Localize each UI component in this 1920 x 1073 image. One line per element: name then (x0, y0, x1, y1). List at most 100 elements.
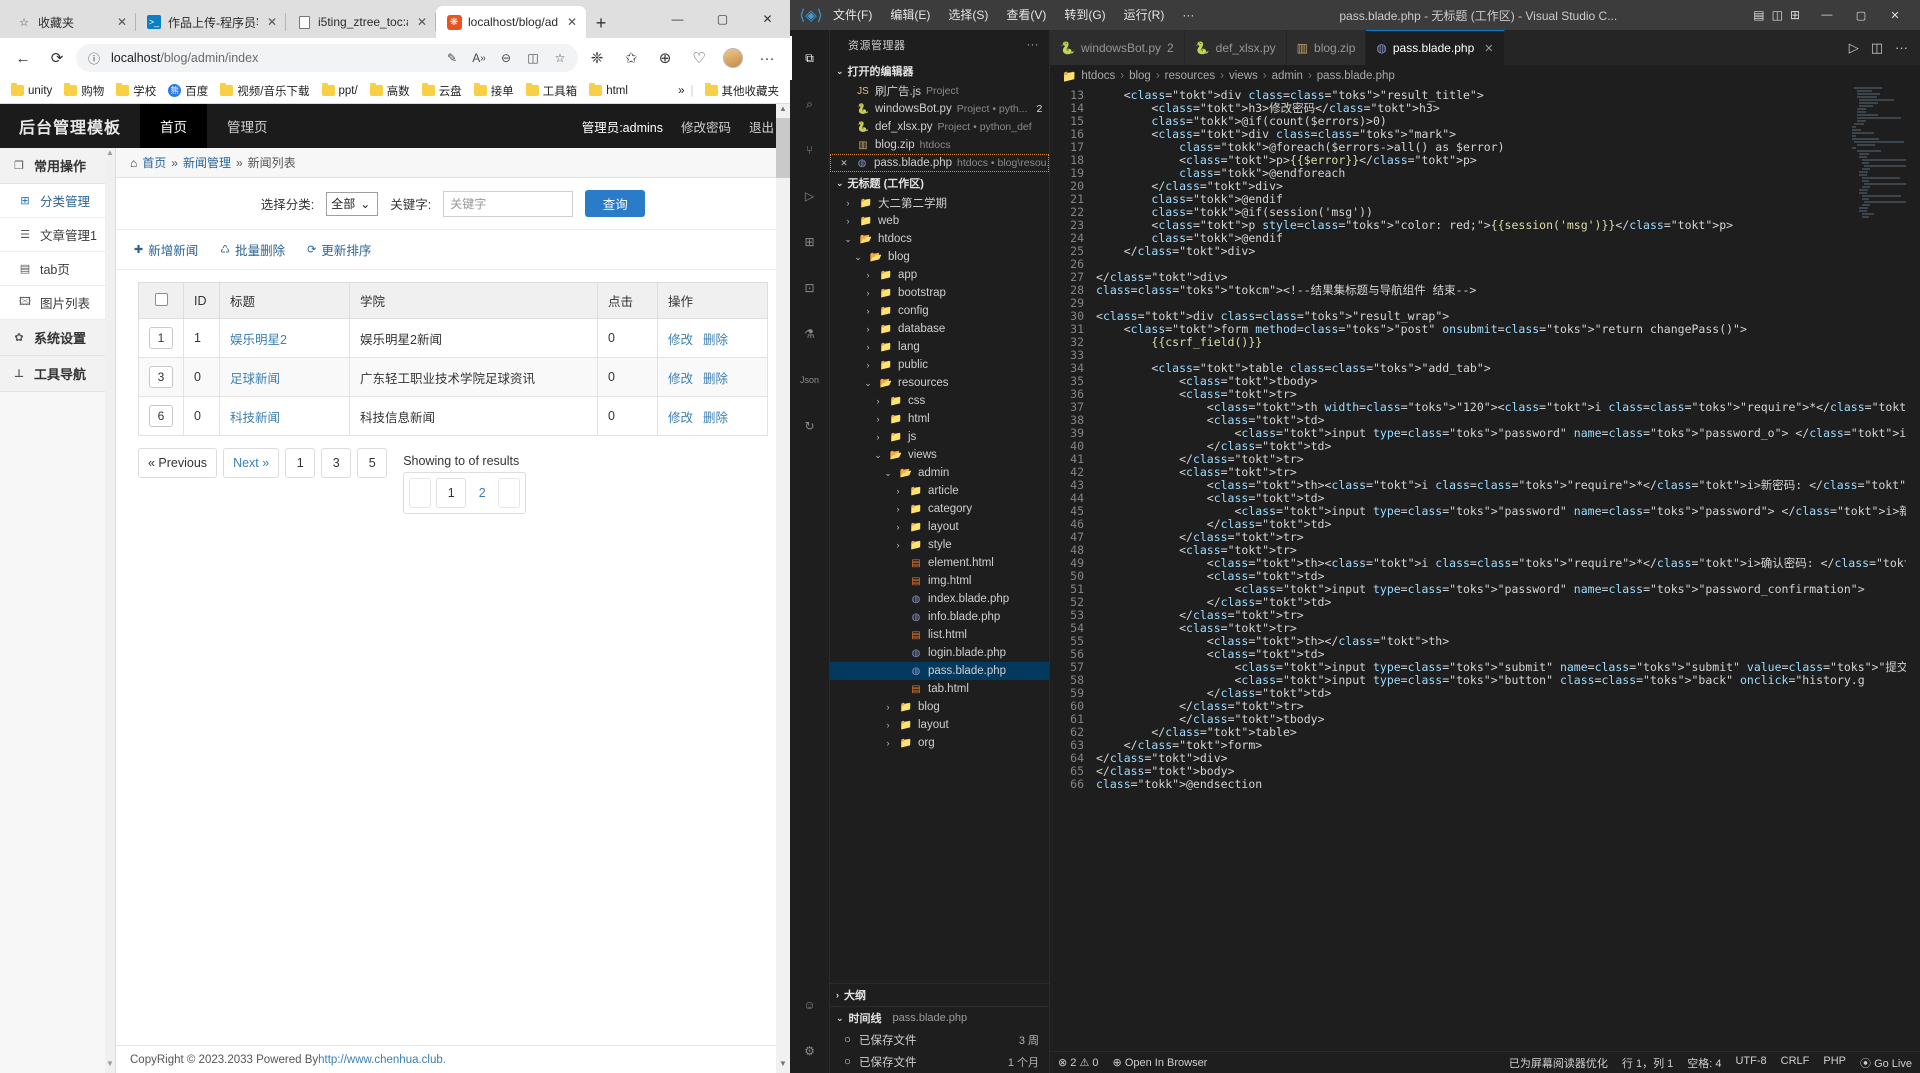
bookmarks-overflow-button[interactable]: » (678, 85, 684, 97)
breadcrumb-seg[interactable]: admin (1272, 70, 1303, 82)
chevron-right-icon[interactable]: › (862, 342, 874, 352)
minimap[interactable] (1852, 87, 1914, 237)
scroll-down-arrow[interactable]: ▼ (776, 1059, 790, 1073)
avatar[interactable] (718, 43, 748, 73)
tree-item-pass-blade-php[interactable]: ◍ pass.blade.php (830, 662, 1049, 680)
eol[interactable]: CRLF (1781, 1055, 1810, 1071)
chevron-right-icon[interactable]: › (862, 288, 874, 298)
explorer-more-icon[interactable]: ··· (1027, 39, 1040, 51)
sidebar-scrollbar[interactable]: ▲ ▼ (105, 148, 115, 1073)
breadcrumb-seg[interactable]: blog (1129, 70, 1151, 82)
code-editor[interactable]: 13 14 15 16 17 18 19 20 21 22 23 24 25 26 27 28 29 30 31 32… (1050, 87, 1920, 1051)
chevron-right-icon[interactable]: › (892, 540, 904, 550)
breadcrumb-seg[interactable]: views (1229, 70, 1258, 82)
open-in-browser-button[interactable]: ⊕ Open In Browser (1113, 1056, 1208, 1069)
browser-more-icon[interactable]: ··· (752, 43, 782, 73)
health-icon[interactable]: ♡ (684, 43, 714, 73)
delete-link[interactable]: 删除 (703, 372, 728, 386)
tree-item-public[interactable]: › 📁 public (830, 356, 1049, 374)
close-icon[interactable]: ✕ (114, 15, 130, 29)
tree-item-resources[interactable]: ⌄ 📂 resources (830, 374, 1049, 392)
keyword-input[interactable]: 关键字 (443, 190, 574, 217)
extensions-icon[interactable]: ❈ (582, 43, 612, 73)
source-control-icon[interactable]: ⑂ (790, 128, 830, 172)
editor-scrollbar[interactable] (1906, 87, 1920, 1051)
nav-item-home[interactable]: 首页 (140, 104, 207, 148)
layout-sidebar-icon[interactable]: ◫ (1772, 8, 1783, 22)
chevron-right-icon[interactable]: › (892, 522, 904, 532)
menu-view[interactable]: 查看(V) (997, 0, 1055, 30)
close-icon[interactable]: ✕ (838, 158, 850, 169)
chevron-right-icon[interactable]: › (892, 504, 904, 514)
new-tab-button[interactable]: + (586, 8, 616, 38)
pagination-next[interactable]: Next » (223, 448, 280, 478)
chevron-right-icon[interactable]: › (862, 324, 874, 334)
tree-item-blog[interactable]: ⌄ 📂 blog (830, 248, 1049, 266)
scroll-up-arrow[interactable]: ▲ (776, 104, 790, 118)
tree-item-js[interactable]: › 📁 js (830, 428, 1049, 446)
bookmark-item[interactable]: 高数 (365, 81, 415, 101)
browser-tab[interactable]: ☆ 收藏夹 ✕ (6, 6, 136, 38)
open-editors-section[interactable]: ⌄ 打开的编辑器 (830, 60, 1049, 82)
tree-item-tab-html[interactable]: ▤ tab.html (830, 680, 1049, 698)
menu-selection[interactable]: 选择(S) (939, 0, 997, 30)
screen-reader-note[interactable]: 已为屏幕阅读器优化 (1509, 1055, 1608, 1071)
bookmark-item[interactable]: 购物 (59, 81, 109, 101)
browser-essentials-icon[interactable]: ⊕ (650, 43, 680, 73)
layout-grid-icon[interactable]: ⊞ (1790, 8, 1800, 22)
pagination-page[interactable]: 3 (321, 448, 352, 478)
more-icon[interactable]: ··· (1895, 40, 1908, 55)
account-icon[interactable]: ☺ (790, 983, 830, 1027)
breadcrumb-seg[interactable]: resources (1165, 70, 1216, 82)
close-icon[interactable]: ✕ (564, 15, 580, 29)
tree-item-web[interactable]: › 📁 web (830, 212, 1049, 230)
edit-link[interactable]: 修改 (668, 372, 693, 386)
menu-edit[interactable]: 编辑(E) (881, 0, 939, 30)
read-aloud-icon[interactable]: A» (469, 48, 489, 68)
language-mode[interactable]: PHP (1823, 1055, 1846, 1071)
tree-item-bootstrap[interactable]: › 📁 bootstrap (830, 284, 1049, 302)
pagination-previous[interactable]: « Previous (138, 448, 218, 478)
chevron-right-icon[interactable]: › (882, 702, 894, 712)
page-scrollbar[interactable]: ▲ ▼ (776, 104, 790, 1073)
browser-tab[interactable]: >_ 作品上传-程序员客栈 ✕ (136, 6, 286, 38)
sync-icon[interactable]: ↻ (790, 404, 830, 448)
tree-item-style[interactable]: › 📁 style (830, 536, 1049, 554)
chevron-down-icon[interactable]: ⌄ (842, 234, 854, 245)
other-bookmarks-folder[interactable]: 其他收藏夹 (700, 81, 785, 101)
maximize-button[interactable]: ▢ (700, 0, 745, 38)
sidebar-item-tab[interactable]: ▤ tab页 (0, 252, 115, 286)
sidebar-group-tools[interactable]: ⊥ 工具导航 (0, 356, 115, 392)
close-icon[interactable]: ✕ (414, 15, 430, 29)
bookmark-item[interactable]: html (584, 83, 633, 99)
delete-link[interactable]: 删除 (703, 333, 728, 347)
back-button[interactable]: ← (8, 43, 38, 73)
tree-item-list-html[interactable]: ▤ list.html (830, 626, 1049, 644)
tree-item-database[interactable]: › 📁 database (830, 320, 1049, 338)
breadcrumb-news-mgmt[interactable]: 新闻管理 (183, 154, 231, 171)
chevron-right-icon[interactable]: › (882, 738, 894, 748)
cursor-position[interactable]: 行 1，列 1 (1622, 1055, 1673, 1071)
sidebar-item-article[interactable]: ☰ 文章管理1 (0, 218, 115, 252)
bookmark-item[interactable]: 视频/音乐下载 (215, 81, 314, 101)
editor-tab[interactable]: 🐍 windowsBot.py 2 (1050, 30, 1185, 65)
bookmark-item[interactable]: 云盘 (417, 81, 467, 101)
editor-tab[interactable]: 🐍 def_xlsx.py (1184, 30, 1287, 65)
news-title-link[interactable]: 娱乐明星2 (230, 333, 287, 347)
json-icon[interactable]: Json (790, 358, 830, 402)
tree-item-views[interactable]: ⌄ 📂 views (830, 446, 1049, 464)
scroll-down-arrow[interactable]: ▼ (105, 1059, 115, 1073)
pagination-inner-cell[interactable]: 1 (436, 478, 467, 508)
tree-item-blog[interactable]: › 📁 blog (830, 698, 1049, 716)
chevron-down-icon[interactable]: ⌄ (852, 252, 864, 263)
code-line[interactable]: {{csrf_field()}} (1096, 336, 1920, 349)
reload-button[interactable]: ⟳ (42, 43, 72, 73)
minimize-button[interactable]: — (655, 0, 700, 38)
open-editor-item[interactable]: ▥ blog.zip htdocs (830, 136, 1049, 154)
sidebar-group-settings[interactable]: ✿ 系统设置 (0, 320, 115, 356)
split-editor-icon[interactable]: ◫ (1871, 40, 1883, 56)
address-bar[interactable]: ⓘ localhost/blog/admin/index ✎ A» ⊖ ◫ ☆ (76, 44, 578, 72)
order-input[interactable]: 6 (149, 405, 173, 427)
nav-item-manage[interactable]: 管理页 (207, 104, 288, 148)
sidebar-item-category[interactable]: ⊞ 分类管理 (0, 184, 115, 218)
